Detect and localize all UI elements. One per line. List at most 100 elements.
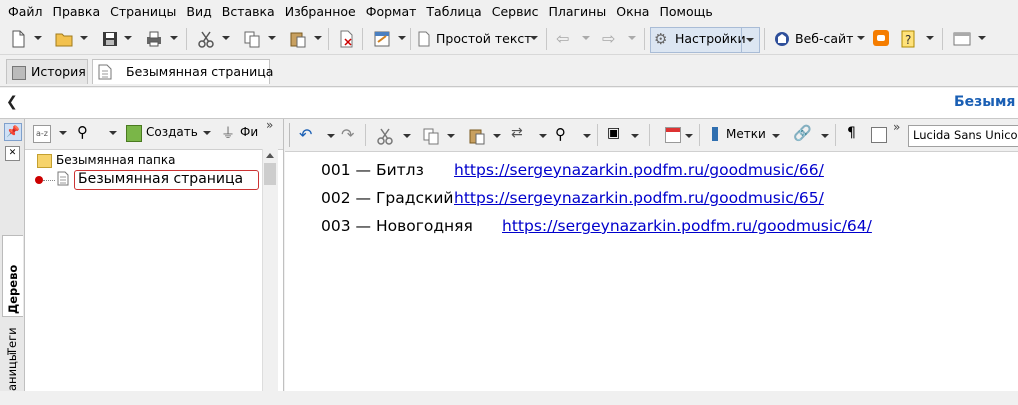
tree-toolbar: a-z ⚲ Создать ⏚ Фи » (25, 118, 283, 150)
settings-dropdown-icon[interactable] (746, 38, 754, 42)
forward-icon[interactable]: ⇨ (602, 29, 615, 49)
menu-windows[interactable]: Окна (611, 2, 654, 22)
tree-scrollbar[interactable] (262, 149, 278, 391)
find-dropdown-icon[interactable] (583, 134, 591, 138)
paste-icon[interactable] (467, 126, 487, 146)
new-page-icon[interactable] (8, 29, 28, 49)
toolbar-divider (835, 124, 836, 146)
editor-content[interactable]: 001 — Битлз https://sergeynazarkin.podfm… (285, 152, 1018, 391)
sort-dropdown-icon[interactable] (59, 131, 67, 135)
forward-dropdown-icon[interactable] (628, 36, 636, 40)
new-dropdown-icon[interactable] (34, 36, 42, 40)
print-dropdown-icon[interactable] (170, 36, 178, 40)
website-icon[interactable] (772, 29, 792, 49)
music-link[interactable]: https://sergeynazarkin.podfm.ru/goodmusi… (502, 215, 872, 237)
tree-page-selected[interactable]: Безымянная страница (74, 170, 259, 190)
content-line-1: 001 — Битлз https://sergeynazarkin.podfm… (321, 159, 824, 181)
open-dropdown-icon[interactable] (80, 36, 88, 40)
help-dropdown-icon[interactable] (926, 36, 934, 40)
redo-icon[interactable]: ↷ (341, 125, 354, 144)
find-dropdown-icon[interactable] (109, 131, 117, 135)
paragraph-icon[interactable]: ¶ (847, 125, 856, 141)
music-link[interactable]: https://sergeynazarkin.podfm.ru/goodmusi… (454, 187, 824, 209)
sort-icon[interactable]: a-z (33, 125, 51, 143)
find-icon[interactable]: ⚲ (555, 125, 566, 143)
menu-format[interactable]: Формат (361, 2, 422, 22)
side-tab-tree[interactable]: Дерево (2, 235, 23, 317)
filter-icon[interactable]: ⏚ (221, 123, 235, 143)
tags-dropdown-icon[interactable] (772, 134, 780, 138)
side-tab-pages[interactable]: аницы (5, 352, 19, 405)
menu-help[interactable]: Помощь (654, 2, 717, 22)
menu-view[interactable]: Вид (181, 2, 216, 22)
chevron-left-icon[interactable]: ❮ (6, 94, 18, 110)
back-icon[interactable]: ⇦ (556, 29, 569, 49)
menu-favorites[interactable]: Избранное (280, 2, 361, 22)
help-icon[interactable]: ? (898, 29, 918, 49)
tags-button[interactable]: Метки (726, 127, 766, 141)
pin-icon[interactable]: 📌 (4, 123, 22, 141)
menu-plugins[interactable]: Плагины (543, 2, 611, 22)
create-dropdown-icon[interactable] (203, 131, 211, 135)
text-style-dropdown-icon[interactable] (530, 36, 538, 40)
text-color-icon[interactable] (871, 127, 887, 143)
print-icon[interactable] (144, 29, 164, 49)
music-link[interactable]: https://sergeynazarkin.podfm.ru/goodmusi… (454, 159, 824, 181)
scroll-up-icon[interactable] (266, 153, 274, 158)
close-panel-icon[interactable]: ✕ (5, 146, 20, 161)
cut-dropdown-icon[interactable] (403, 134, 411, 138)
website-button[interactable]: Веб-сайт (795, 29, 853, 49)
back-dropdown-icon[interactable] (582, 36, 590, 40)
toolbar-divider (328, 28, 329, 50)
insert-object-dropdown-icon[interactable] (631, 134, 639, 138)
page-properties-icon[interactable] (372, 29, 392, 49)
open-folder-icon[interactable] (54, 29, 74, 49)
menu-insert[interactable]: Вставка (217, 2, 280, 22)
blogger-icon[interactable] (873, 30, 889, 46)
settings-button[interactable]: ⚙ Настройки (650, 27, 760, 53)
cut-icon[interactable] (375, 126, 395, 146)
overflow-chevron-icon[interactable]: » (266, 118, 273, 132)
svg-text:?: ? (905, 33, 911, 47)
website-dropdown-icon[interactable] (857, 36, 865, 40)
tree-folder[interactable]: Безымянная папка (56, 153, 175, 167)
save-icon[interactable] (100, 29, 120, 49)
calendar-dropdown-icon[interactable] (685, 134, 693, 138)
link-dropdown-icon[interactable] (821, 134, 829, 138)
paste-special-icon[interactable]: ⇄ (511, 125, 523, 141)
filter-button[interactable]: Фи (240, 125, 258, 139)
tab-page[interactable]: Безымянная страница (92, 59, 273, 84)
create-button[interactable]: Создать (146, 125, 198, 139)
overflow-chevron-icon[interactable]: » (893, 120, 900, 134)
layout-dropdown-icon[interactable] (978, 36, 986, 40)
cut-icon[interactable] (196, 29, 216, 49)
copy-dropdown-icon[interactable] (268, 36, 276, 40)
menu-edit[interactable]: Правка (48, 2, 106, 22)
font-select[interactable]: Lucida Sans Unicod (908, 125, 1018, 147)
undo-dropdown-icon[interactable] (327, 134, 335, 138)
menu-pages[interactable]: Страницы (105, 2, 181, 22)
scroll-thumb[interactable] (264, 163, 276, 185)
binoculars-icon[interactable]: ⚲ (77, 123, 88, 141)
paste-special-dropdown-icon[interactable] (539, 134, 547, 138)
tab-history[interactable]: История (6, 59, 88, 84)
save-dropdown-icon[interactable] (124, 36, 132, 40)
calendar-icon[interactable] (665, 127, 681, 143)
copy-icon[interactable] (242, 29, 262, 49)
insert-object-icon[interactable]: ▣ (607, 125, 620, 141)
link-icon[interactable]: 🔗 (793, 124, 812, 142)
paste-dropdown-icon[interactable] (493, 134, 501, 138)
text-style-select[interactable]: Простой текст (436, 29, 532, 49)
page-properties-dropdown-icon[interactable] (398, 36, 406, 40)
paste-dropdown-icon[interactable] (314, 36, 322, 40)
clear-format-icon[interactable] (336, 29, 356, 49)
copy-dropdown-icon[interactable] (447, 134, 455, 138)
layout-icon[interactable] (952, 29, 972, 49)
menu-table[interactable]: Таблица (421, 2, 486, 22)
copy-icon[interactable] (421, 126, 441, 146)
menu-tools[interactable]: Сервис (487, 2, 544, 22)
cut-dropdown-icon[interactable] (222, 36, 230, 40)
menu-file[interactable]: Файл (3, 2, 48, 22)
paste-icon[interactable] (288, 29, 308, 49)
undo-icon[interactable]: ↶ (299, 125, 312, 144)
